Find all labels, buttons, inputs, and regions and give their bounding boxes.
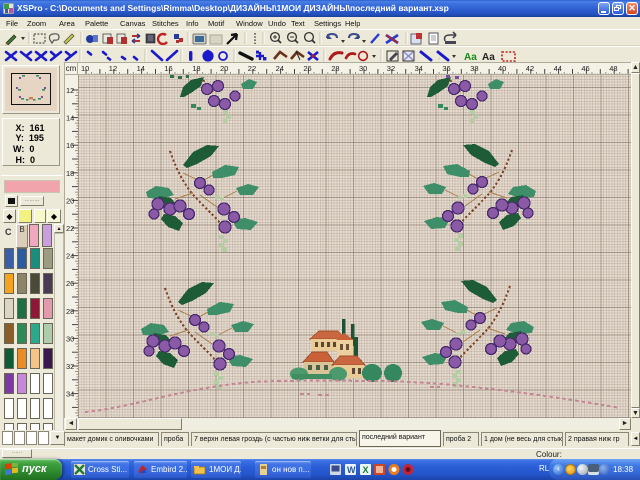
svg-text:22: 22: [248, 64, 256, 73]
svg-text:26: 26: [66, 279, 74, 288]
svg-text:30: 30: [66, 334, 74, 343]
svg-text:18: 18: [192, 64, 200, 73]
svg-text:34: 34: [66, 390, 74, 399]
svg-text:16: 16: [66, 141, 74, 150]
svg-text:48: 48: [609, 64, 617, 73]
svg-text:28: 28: [331, 64, 339, 73]
svg-text:28: 28: [66, 307, 74, 316]
svg-text:22: 22: [66, 224, 74, 233]
svg-text:24: 24: [66, 252, 74, 261]
svg-text:20: 20: [220, 64, 228, 73]
svg-text:24: 24: [276, 64, 284, 73]
svg-text:32: 32: [66, 362, 74, 371]
svg-text:38: 38: [470, 64, 478, 73]
svg-text:34: 34: [415, 64, 423, 73]
svg-text:16: 16: [164, 64, 172, 73]
svg-text:12: 12: [66, 86, 74, 95]
svg-text:14: 14: [66, 114, 74, 123]
svg-text:10: 10: [81, 64, 89, 73]
svg-text:14: 14: [137, 64, 145, 73]
svg-text:18: 18: [66, 169, 74, 178]
svg-text:20: 20: [66, 196, 74, 205]
svg-text:32: 32: [387, 64, 395, 73]
svg-text:W: W: [347, 465, 356, 475]
svg-text:X: X: [363, 465, 369, 475]
svg-text:46: 46: [581, 64, 589, 73]
svg-text:44: 44: [554, 64, 562, 73]
svg-text:40: 40: [498, 64, 506, 73]
svg-text:12: 12: [109, 64, 117, 73]
svg-text:26: 26: [303, 64, 311, 73]
svg-text:30: 30: [359, 64, 367, 73]
svg-text:42: 42: [526, 64, 534, 73]
svg-text:36: 36: [442, 64, 450, 73]
